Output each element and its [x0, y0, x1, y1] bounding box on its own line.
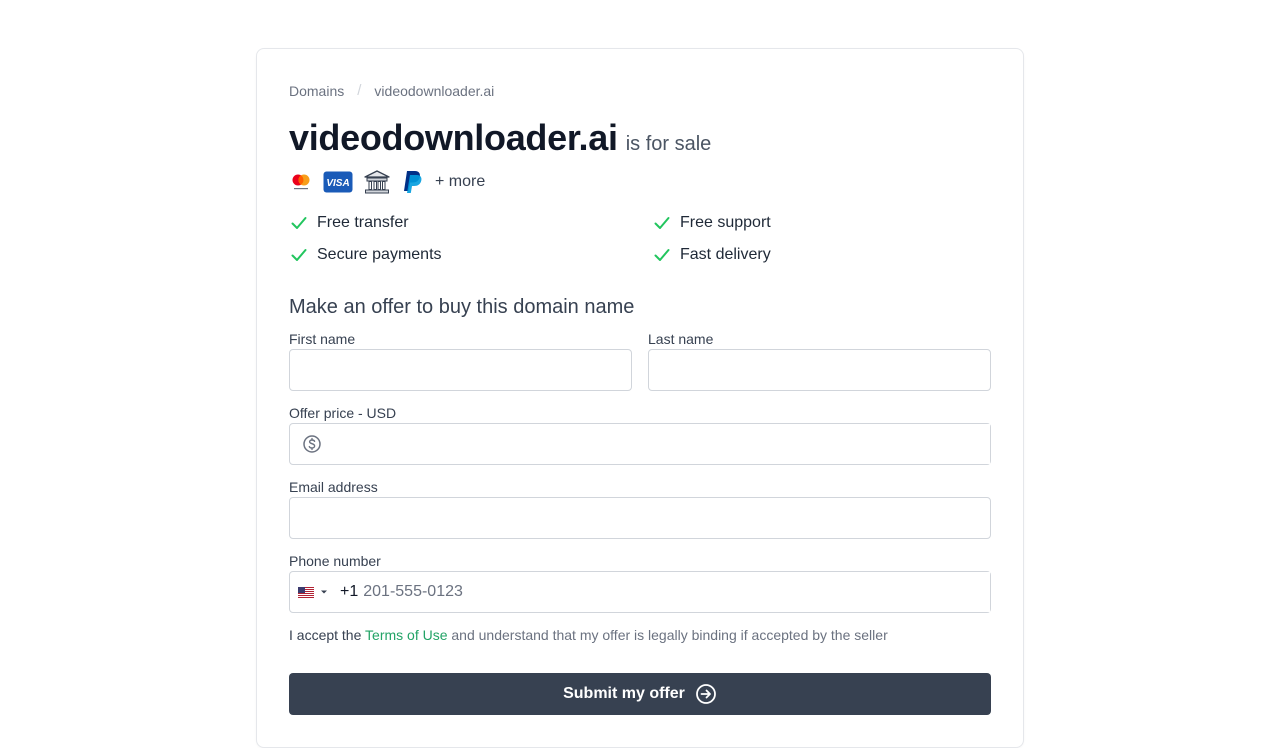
dial-code: +1: [340, 583, 359, 600]
breadcrumb-separator: /: [357, 82, 362, 99]
terms-statement: I accept the Terms of Use and understand…: [289, 627, 888, 643]
more-payment-methods: + more: [435, 173, 486, 190]
offer-price-input[interactable]: [322, 424, 990, 464]
svg-text:VISA: VISA: [326, 178, 349, 189]
feature-item: Secure payments: [289, 245, 652, 265]
dollar-circle-icon: [303, 435, 321, 453]
check-icon: [291, 249, 307, 261]
domain-name: videodownloader.ai: [289, 117, 618, 158]
for-sale-label: is for sale: [625, 133, 712, 155]
paypal-icon: [401, 169, 423, 195]
first-name-input[interactable]: [289, 349, 632, 391]
country-code-select[interactable]: [298, 572, 332, 612]
check-icon: [654, 217, 670, 229]
arrow-right-circle-icon: [695, 684, 716, 704]
breadcrumb-domains-link[interactable]: Domains: [289, 83, 344, 99]
feature-item: Fast delivery: [652, 245, 991, 265]
breadcrumb: Domains / videodownloader.ai: [289, 82, 494, 99]
breadcrumb-current-domain[interactable]: videodownloader.ai: [374, 83, 494, 99]
offer-price-field[interactable]: [289, 423, 991, 465]
terms-of-use-link[interactable]: Terms of Use: [365, 627, 447, 643]
feature-label: Free transfer: [317, 214, 409, 231]
offer-card: Domains / videodownloader.ai videodownlo…: [256, 48, 1024, 748]
features-list: Free transfer Free support Secure paymen…: [289, 213, 991, 265]
offer-price-label: Offer price - USD: [289, 405, 397, 421]
terms-tail: and understand that my offer is legally …: [451, 627, 888, 643]
phone-input[interactable]: [358, 572, 990, 612]
feature-item: Free transfer: [289, 213, 652, 233]
email-label: Email address: [289, 479, 378, 495]
last-name-label: Last name: [648, 331, 714, 347]
payment-methods: VISA + more: [289, 168, 485, 196]
phone-field[interactable]: +1: [289, 571, 991, 613]
first-name-label: First name: [289, 331, 356, 347]
feature-item: Free support: [652, 213, 991, 233]
mastercard-icon: [289, 172, 313, 192]
offer-form-title: Make an offer to buy this domain name: [289, 296, 635, 318]
visa-icon: VISA: [323, 171, 353, 193]
check-icon: [654, 249, 670, 261]
last-name-input[interactable]: [648, 349, 991, 391]
caret-down-icon: [321, 590, 327, 594]
page-title: videodownloader.ai is for sale: [289, 117, 711, 159]
submit-offer-label: Submit my offer: [563, 685, 685, 702]
bank-icon: [363, 169, 391, 195]
terms-lead: I accept the: [289, 627, 362, 643]
check-icon: [291, 217, 307, 229]
feature-label: Free support: [680, 214, 771, 231]
us-flag-icon: [298, 586, 314, 598]
phone-label: Phone number: [289, 553, 381, 569]
feature-label: Secure payments: [317, 246, 442, 263]
feature-label: Fast delivery: [680, 246, 771, 263]
submit-offer-button[interactable]: Submit my offer: [289, 673, 991, 715]
email-input[interactable]: [289, 497, 991, 539]
